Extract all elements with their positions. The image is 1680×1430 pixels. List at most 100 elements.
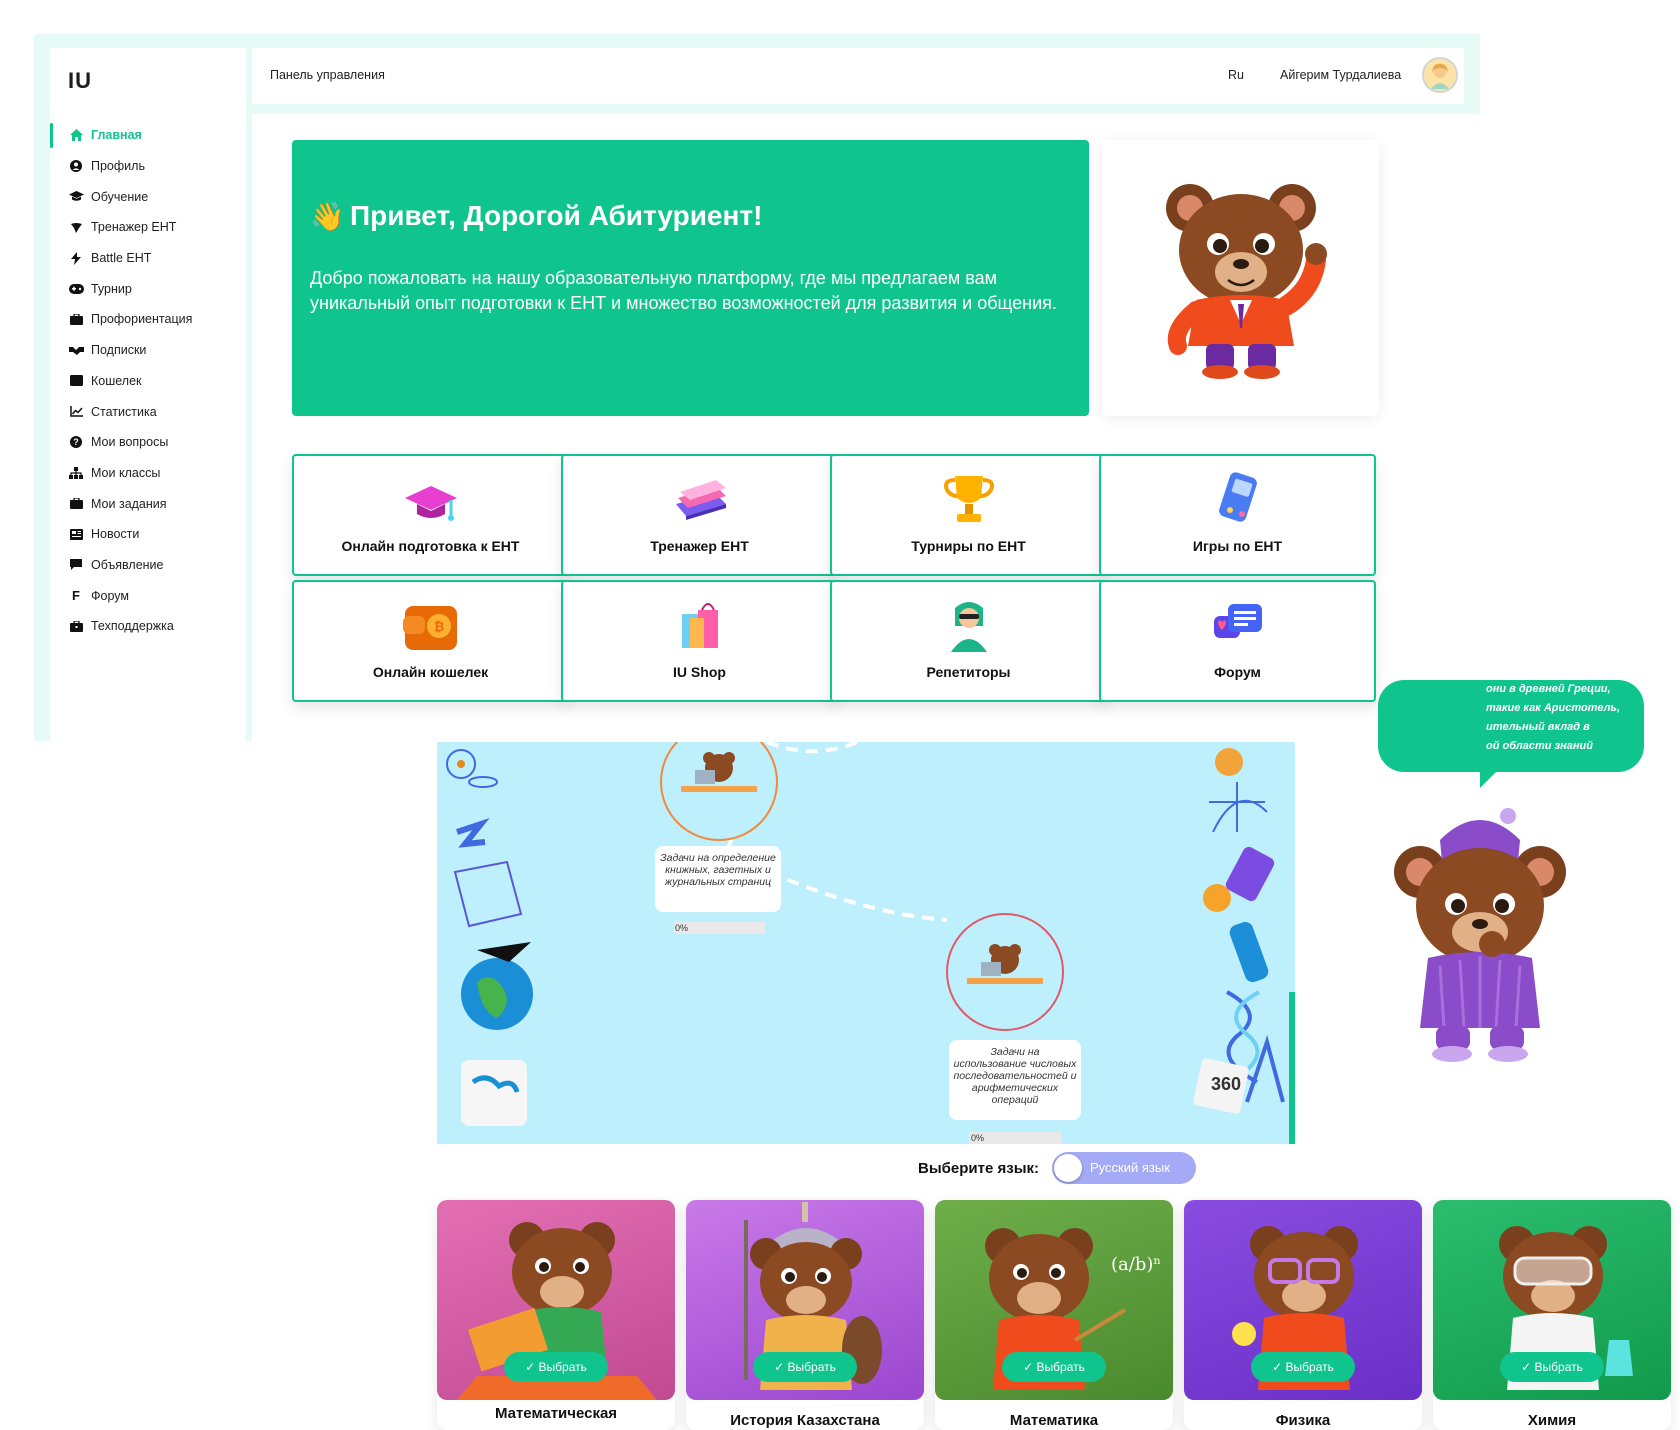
map-node-label[interactable]: Задачи на определение книжных, газетных … — [655, 846, 781, 912]
sitemap-icon — [68, 466, 84, 480]
sidebar-item-my-classes[interactable]: Мои классы — [50, 458, 246, 489]
waving-hand-icon: 👋 — [310, 201, 345, 232]
wallet-icon — [68, 374, 84, 388]
svg-text:(a/b)ⁿ: (a/b)ⁿ — [1111, 1254, 1161, 1275]
sidebar-item-tournament[interactable]: Турнир — [50, 273, 246, 304]
sidebar-item-label: Подписки — [91, 343, 147, 358]
welcome-text: Добро пожаловать на нашу образовательную… — [310, 268, 1057, 313]
sidebar-item-label: Профориентация — [91, 312, 193, 327]
sidebar-item-learning[interactable]: Обучение — [50, 181, 246, 212]
sidebar-item-my-questions[interactable]: ? Мои вопросы — [50, 427, 246, 458]
tile-label: Форум — [1214, 664, 1261, 680]
select-subject-button[interactable]: ✓ Выбрать — [1500, 1352, 1604, 1382]
avatar[interactable] — [1422, 57, 1458, 93]
learning-map[interactable]: 360 Задачи на определение книжных, газет… — [437, 742, 1295, 1144]
speech-bubble: они в древней Греции, такие как Аристоте… — [1378, 680, 1644, 772]
select-subject-button-label: Выбрать — [787, 1360, 836, 1374]
svg-text:?: ? — [73, 437, 79, 447]
sidebar-item-label: Мои вопросы — [91, 435, 169, 450]
dashboard-window: IU Главная Профиль Обучение Тренажер ЕНТ… — [34, 34, 1480, 741]
sidebar-item-label: Статистика — [91, 404, 157, 419]
tile-tournaments[interactable]: Турниры по ЕНТ — [830, 454, 1107, 576]
svg-text:₿: ₿ — [433, 619, 444, 634]
sidebar-item-label: Главная — [91, 128, 142, 143]
sidebar-item-label: Battle ЕНТ — [91, 251, 152, 266]
map-decorations: 360 — [446, 742, 1295, 1144]
sidebar-item-career[interactable]: Профориентация — [50, 304, 246, 335]
sidebar-item-statistics[interactable]: Статистика — [50, 396, 246, 427]
sidebar-item-news[interactable]: Новости — [50, 519, 246, 550]
home-icon — [68, 128, 84, 142]
tile-label: IU Shop — [673, 664, 726, 680]
sidebar-item-trainer[interactable]: Тренажер ЕНТ — [50, 212, 246, 243]
select-subject-button-label: Выбрать — [1036, 1360, 1085, 1374]
sidebar-item-label: Мои задания — [91, 496, 167, 511]
speech-bubble-line: ительный вклад в — [1486, 721, 1590, 733]
welcome-banner: 👋 Привет, Дорогой Абитуриент! Добро пожа… — [292, 140, 1089, 416]
tile-games[interactable]: Игры по ЕНТ — [1099, 454, 1376, 576]
sidebar-item-wallet[interactable]: Кошелек — [50, 366, 246, 397]
map-node-label[interactable]: Задачи на использование числовых последо… — [949, 1040, 1081, 1120]
sidebar-item-support[interactable]: Техподдержка — [50, 611, 246, 642]
sidebar-item-label: Объявление — [91, 557, 164, 572]
speech-bubble-line: ой области знаний — [1486, 740, 1593, 752]
trainer-icon — [68, 220, 84, 234]
message-icon — [68, 558, 84, 572]
app-logo[interactable]: IU — [68, 68, 92, 94]
select-subject-button[interactable]: ✓ Выбрать — [1251, 1352, 1355, 1382]
sidebar-item-my-tasks[interactable]: Мои задания — [50, 488, 246, 519]
svg-text:360: 360 — [1211, 1074, 1241, 1094]
tile-label: Игры по ЕНТ — [1192, 538, 1283, 554]
handshake-icon — [68, 343, 84, 357]
tile-online-prep[interactable]: Онлайн подготовка к ЕНТ — [292, 454, 569, 576]
subject-card[interactable]: ✓ Выбрать Физика — [1184, 1200, 1422, 1430]
subject-card[interactable]: ✓ Выбрать История Казахстана — [686, 1200, 924, 1430]
sidebar-item-label: Профиль — [91, 159, 145, 174]
subject-card[interactable]: ✓ Выбрать Химия — [1433, 1200, 1671, 1430]
toggle-knob[interactable] — [1054, 1154, 1082, 1182]
speech-bubble-line: они в древней Греции, — [1486, 683, 1611, 695]
tile-tutors[interactable]: Репетиторы — [830, 580, 1107, 702]
language-toggle[interactable]: Русский язык — [1052, 1152, 1196, 1184]
graduation-cap-icon — [68, 190, 84, 204]
sidebar-item-battle[interactable]: Battle ЕНТ — [50, 243, 246, 274]
tile-iu-shop[interactable]: IU Shop — [561, 580, 838, 702]
speech-bubble-tail — [1480, 766, 1502, 788]
check-icon: ✓ — [1521, 1360, 1535, 1374]
question-circle-icon: ? — [68, 435, 84, 449]
books-icon — [675, 480, 726, 520]
check-icon: ✓ — [774, 1360, 788, 1374]
gamepad-icon — [68, 282, 84, 296]
sidebar-item-home[interactable]: Главная — [50, 120, 246, 151]
tile-forum[interactable]: Форум — [1099, 580, 1376, 702]
sidebar-item-forum[interactable]: F Форум — [50, 580, 246, 611]
select-subject-button[interactable]: ✓ Выбрать — [1002, 1352, 1106, 1382]
sidebar: IU Главная Профиль Обучение Тренажер ЕНТ… — [50, 48, 246, 741]
tile-trainer[interactable]: Тренажер ЕНТ — [561, 454, 838, 576]
sidebar-item-label: Тренажер ЕНТ — [91, 220, 177, 235]
sidebar-item-announcement[interactable]: Объявление — [50, 550, 246, 581]
tile-label: Тренажер ЕНТ — [650, 538, 749, 554]
subject-name: Физика — [1275, 1412, 1331, 1429]
subject-card[interactable]: ✓ Выбрать Математическая — [437, 1200, 675, 1430]
check-icon: ✓ — [525, 1360, 539, 1374]
tile-label: Турниры по ЕНТ — [911, 538, 1026, 554]
bear-mascot-image — [1166, 184, 1327, 379]
select-subject-button[interactable]: ✓ Выбрать — [504, 1352, 608, 1382]
map-node-progress: 0% — [969, 1132, 1061, 1144]
sidebar-item-subscriptions[interactable]: Подписки — [50, 335, 246, 366]
wallet-coin-icon: ₿ — [402, 606, 457, 650]
user-name[interactable]: Айгерим Турдалиева — [1280, 68, 1401, 82]
language-switch[interactable]: Ru — [1228, 68, 1244, 82]
select-subject-button[interactable]: ✓ Выбрать — [753, 1352, 857, 1382]
map-node-progress: 0% — [673, 922, 765, 934]
sidebar-item-label: Новости — [91, 527, 140, 542]
tile-online-wallet[interactable]: ₿ Онлайн кошелек — [292, 580, 569, 702]
lightning-icon — [68, 251, 84, 265]
select-subject-button-label: Выбрать — [538, 1360, 587, 1374]
tile-label: Онлайн подготовка к ЕНТ — [341, 538, 520, 554]
subject-card[interactable]: (a/b)ⁿ ✓ Выбрать Математика — [935, 1200, 1173, 1430]
sidebar-item-profile[interactable]: Профиль — [50, 151, 246, 182]
select-subject-button-label: Выбрать — [1285, 1360, 1334, 1374]
briefcase-icon — [68, 497, 84, 511]
